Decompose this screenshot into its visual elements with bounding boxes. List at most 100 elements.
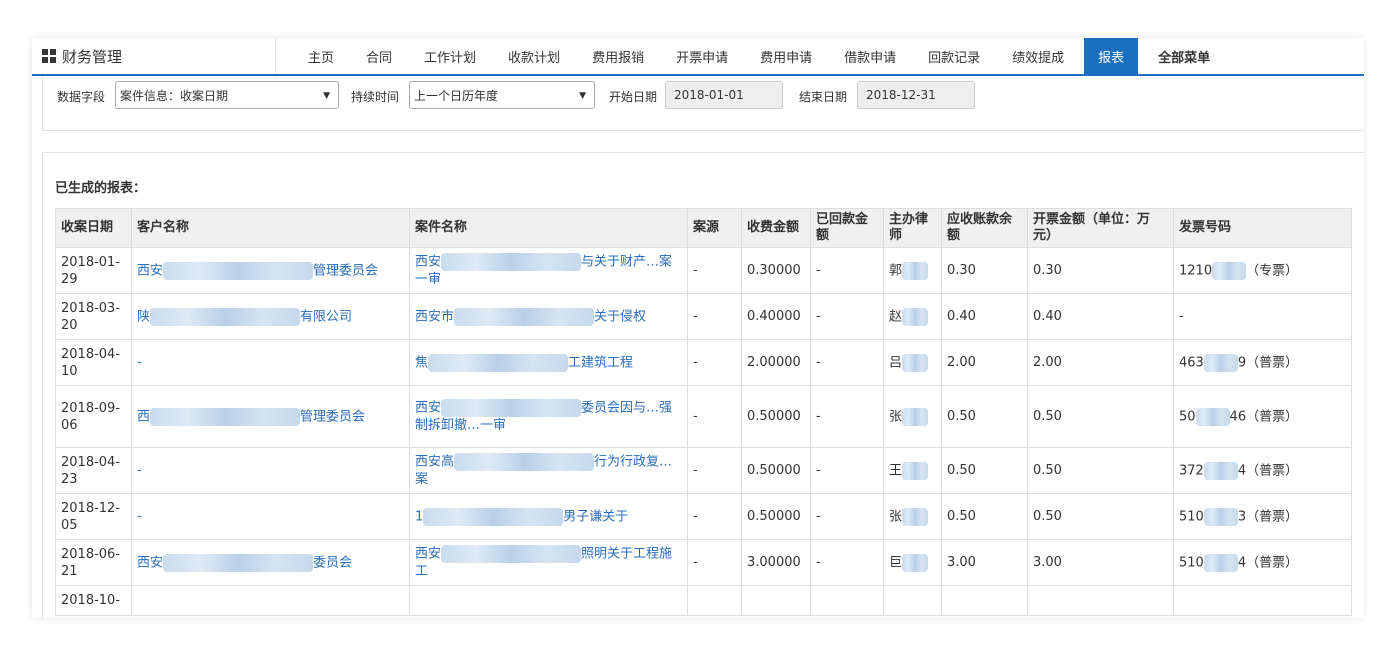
table-row[interactable]: 2018-09-06 西管理委员会 西安 委员会因与…强制拆卸撤…一审 -0.50000… [55,385,1352,448]
nav-item[interactable]: 绩效提成 [996,38,1080,74]
table-cell: 西安 委员会因与…强制拆卸撤…一审 [409,385,688,448]
cell-text: - [693,409,698,424]
cell-text: 男子谦关于 [563,509,629,524]
table-cell: 张 [883,385,942,448]
table-cell: - [131,339,410,386]
nav-item[interactable]: 费用报销 [576,38,660,74]
nav-item-report[interactable]: 报表 [1084,38,1139,74]
table-cell: 50 46（普票） [1173,385,1352,448]
column-header[interactable]: 已回款金额 [810,208,884,248]
nav-item[interactable]: 开票申请 [660,38,744,74]
nav-item[interactable]: 费用申请 [744,38,828,74]
nav-item-all-menu[interactable]: 全部菜单 [1142,38,1226,74]
table-row[interactable]: 2018-06-21 西安 委员会 西安 照明关于工程施工 -3.00000- 巨 3.00 3… [55,539,1352,586]
table-cell: - [810,293,884,340]
table-row[interactable]: 2018-03-20 陕有限公司 西安市 关于侵权 -0.40000- 赵 0.40 0.40… [55,293,1352,340]
column-header[interactable]: 开票金额（单位：万元） [1027,208,1174,248]
table-cell: 2018-04-23 [55,447,132,494]
cell-text: - [816,309,821,324]
nav-item[interactable]: 合同 [350,38,408,74]
table-cell: 1 男子谦关于 [409,493,688,540]
table-cell: 2018-10- [55,585,132,616]
table-row[interactable]: 2018-04-10- 焦工建筑工程 -2.00000- 吕 2.00 2.00 463 9（… [55,339,1352,386]
start-date-input[interactable]: 2018-01-01 [665,81,783,109]
table-cell [883,585,942,616]
table-cell: 陕 有限公司 [131,293,410,340]
cell-text: （专票） [1246,263,1299,278]
cell-text: 2.00000 [747,355,801,370]
table-cell [1027,585,1174,616]
cell-text: 4（普票） [1237,463,1299,478]
cell-text: 0.50000 [747,409,801,424]
nav-item[interactable]: 主页 [292,38,350,74]
column-header[interactable]: 收费金额 [741,208,811,248]
table-cell: 西安 管理委员会 [131,247,410,294]
table-cell: 0.40000 [741,293,811,340]
cell-text: 有限公司 [300,309,353,324]
table-cell: - [810,493,884,540]
nav-item[interactable]: 收款计划 [492,38,576,74]
duration-select-value: 上一个日历年度 [414,89,499,103]
cell-text: - [816,555,821,570]
cell-text: 0.50 [1033,509,1062,524]
redacted-text [902,553,929,572]
redacted-text [163,553,314,572]
cell-text: 3.00 [1033,555,1062,570]
nav-item[interactable]: 工作计划 [408,38,492,74]
table-cell: 0.50 [941,385,1028,448]
column-header[interactable]: 主办律师 [883,208,942,248]
table-cell: 西安 与关于财产…案一审 [409,247,688,294]
duration-label: 持续时间 [351,90,400,104]
cell-text: - [816,263,821,278]
table-cell: 0.50000 [741,447,811,494]
cell-text: - [816,509,821,524]
cell-text: - [137,509,142,524]
column-header[interactable]: 案源 [687,208,742,248]
table-cell: - [810,539,884,586]
cell-text: 陕 [137,309,151,324]
table-cell [131,585,410,616]
cell-text: 西安 [415,254,442,270]
table-row[interactable]: 2018-12-05-1 男子谦关于 -0.50000- 张 0.50 0.50 510 3（… [55,493,1352,540]
column-header[interactable]: 案件名称 [409,208,688,248]
column-header[interactable]: 客户名称 [131,208,410,248]
column-header[interactable]: 应收账款余额 [941,208,1028,248]
end-date-input[interactable]: 2018-12-31 [857,81,975,109]
table-row[interactable]: 2018-01-29 西安 管理委员会 西安 与关于财产…案一审 -0.30000- 郭 0.… [55,247,1352,294]
cell-text: - [816,355,821,370]
field-select[interactable]: 案件信息：收案日期 ▼ [115,81,339,109]
table-cell: 0.50 [1027,447,1174,494]
cell-text: 2018-04-23 [61,454,121,487]
column-header[interactable]: 发票号码 [1173,208,1352,248]
table-row[interactable]: 2018-10- [55,585,1352,616]
cell-text: 9（普票） [1237,355,1299,370]
table-cell: 2018-06-21 [55,539,132,586]
column-header[interactable]: 收案日期 [55,208,132,248]
cell-text: 4（普票） [1237,555,1299,570]
table-cell [741,585,811,616]
table-cell: 3.00 [941,539,1028,586]
nav-item[interactable]: 回款记录 [912,38,996,74]
cell-text: 王 [889,463,903,478]
cell-text: 0.50 [1033,463,1062,478]
redacted-text [441,545,582,563]
cell-text: 0.30 [1033,263,1062,278]
duration-select[interactable]: 上一个日历年度 ▼ [409,81,595,109]
table-cell: 0.50 [1027,385,1174,448]
table-cell: - [687,493,742,540]
nav-item[interactable]: 借款申请 [828,38,912,74]
cell-text: 2018-06-21 [61,546,121,579]
table-cell: 0.40 [941,293,1028,340]
table-cell: 0.50 [941,447,1028,494]
table-row[interactable]: 2018-04-23- 西安高 行为行政复…案 -0.50000- 王 0.50 0.50 3… [55,447,1352,494]
cell-text: - [816,463,821,478]
cell-text: 0.50000 [747,509,801,524]
grid-icon [42,49,56,63]
table-cell [941,585,1028,616]
cell-text: 0.40 [947,309,976,324]
table-cell: 510 4（普票） [1173,539,1352,586]
table-cell: - [687,247,742,294]
redacted-text [454,453,595,471]
table-cell: 2018-09-06 [55,385,132,448]
redacted-text [423,507,564,526]
